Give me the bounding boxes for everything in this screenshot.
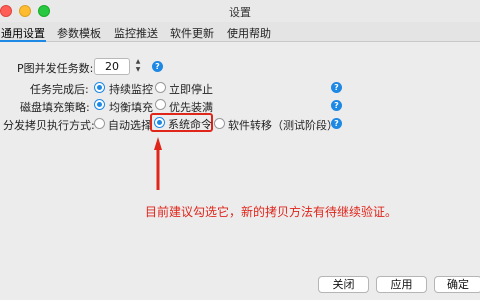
- stepper-icon[interactable]: ▲ ▼: [133, 58, 143, 75]
- option-balanced-fill[interactable]: 均衡填充: [109, 99, 153, 115]
- radio-software-transfer[interactable]: [214, 118, 225, 129]
- option-stop-immediately[interactable]: 立即停止: [169, 81, 213, 97]
- title-bar: 设置: [0, 0, 480, 22]
- tab-general[interactable]: 通用设置: [1, 25, 45, 41]
- tab-monitor-push[interactable]: 监控推送: [114, 25, 158, 41]
- radio-keep-monitoring[interactable]: [94, 82, 105, 93]
- option-software-transfer[interactable]: 软件转移（测试阶段）: [228, 117, 338, 133]
- disk-strategy-label: 磁盘填充策略:: [20, 101, 90, 114]
- concurrency-label: P图并发任务数:: [17, 62, 94, 75]
- settings-window: 设置 通用设置 参数模板 监控推送 软件更新 使用帮助 P图并发任务数: 20 …: [0, 0, 480, 300]
- radio-system-command[interactable]: [154, 117, 165, 128]
- radio-balanced-fill[interactable]: [94, 99, 105, 110]
- tab-templates[interactable]: 参数模板: [57, 25, 101, 41]
- radio-stop-immediately[interactable]: [155, 82, 166, 93]
- after-complete-label: 任务完成后:: [30, 83, 89, 96]
- tab-bar: 通用设置 参数模板 监控推送 软件更新 使用帮助: [0, 22, 480, 42]
- close-button[interactable]: 关闭: [318, 276, 369, 293]
- help-icon[interactable]: ?: [331, 118, 342, 129]
- option-auto-select[interactable]: 自动选择: [108, 117, 152, 133]
- radio-auto-select[interactable]: [94, 118, 105, 129]
- help-icon[interactable]: ?: [331, 82, 342, 93]
- annotation-arrow-icon: [154, 137, 162, 190]
- tab-software-update[interactable]: 软件更新: [170, 25, 214, 41]
- option-system-command[interactable]: 系统命令: [168, 116, 212, 132]
- active-tab-indicator: [0, 40, 46, 42]
- tab-help[interactable]: 使用帮助: [227, 25, 271, 41]
- apply-button[interactable]: 应用: [376, 276, 427, 293]
- window-title: 设置: [229, 6, 251, 19]
- concurrency-input[interactable]: 20: [94, 58, 130, 75]
- radio-fill-first[interactable]: [155, 99, 166, 110]
- help-icon[interactable]: ?: [331, 100, 342, 111]
- option-keep-monitoring[interactable]: 持续监控: [109, 81, 153, 97]
- help-icon[interactable]: ?: [152, 61, 163, 72]
- ok-button[interactable]: 确定: [434, 276, 480, 293]
- copy-mode-label: 分发拷贝执行方式:: [3, 119, 95, 132]
- annotation-note: 目前建议勾选它，新的拷贝方法有待继续验证。: [145, 205, 398, 219]
